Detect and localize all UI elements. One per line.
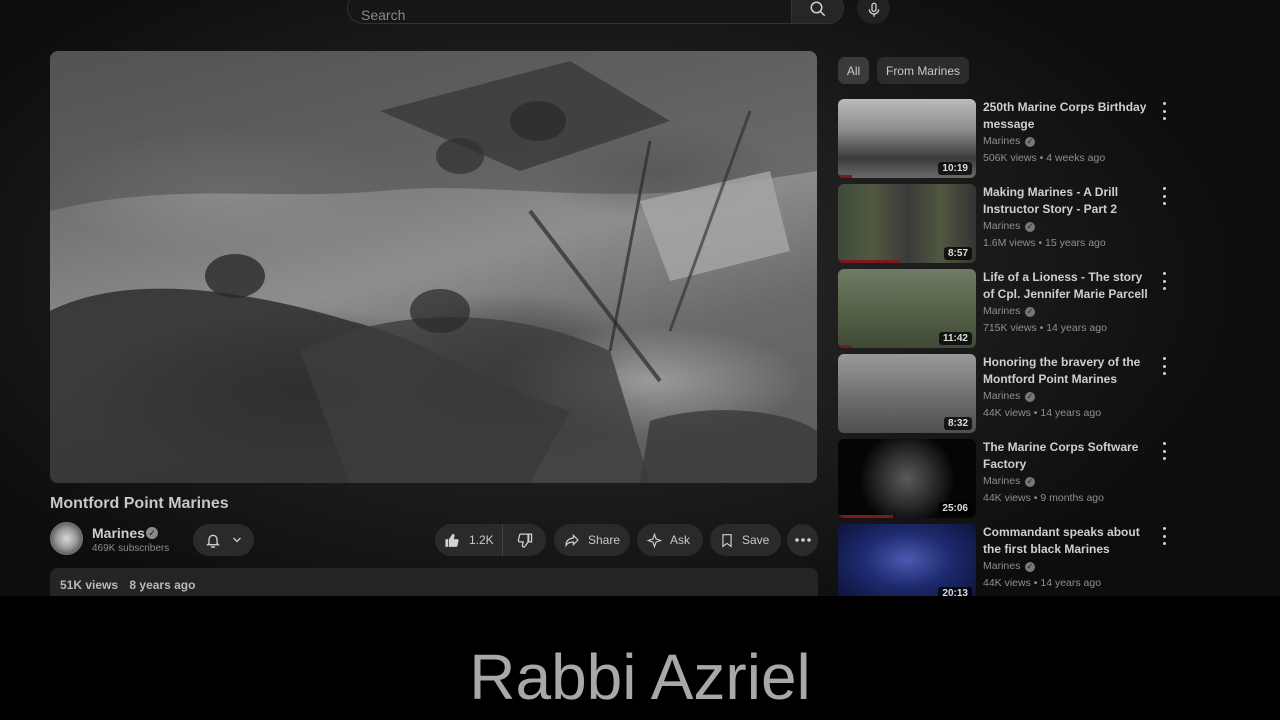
recommendation-channel[interactable]: Marines xyxy=(983,475,1020,487)
recommendation-title[interactable]: 250th Marine Corps Birthday message xyxy=(983,99,1153,133)
recommendation-title[interactable]: Commandant speaks about the first black … xyxy=(983,524,1153,558)
bell-icon xyxy=(205,534,220,548)
recommendation-item[interactable]: 20:13 Commandant speaks about the first … xyxy=(838,524,1178,596)
share-button[interactable]: Share xyxy=(554,524,630,556)
recommendation-channel[interactable]: Marines xyxy=(983,220,1020,232)
search-icon xyxy=(810,1,825,17)
watch-progress-bar xyxy=(838,260,900,263)
video-thumbnail[interactable]: 8:32 xyxy=(838,354,976,433)
recommendation-menu-icon[interactable] xyxy=(1160,187,1168,205)
filter-chip-from-marines[interactable]: From Marines xyxy=(877,57,969,84)
filter-chip-label: From Marines xyxy=(885,63,960,78)
recommendation-meta: 44K views • 14 years ago xyxy=(983,407,1102,419)
recommendation-menu-icon[interactable] xyxy=(1160,442,1168,460)
video-duration: 25:06 xyxy=(938,502,972,515)
recommendation-item[interactable]: 8:57 Making Marines - A Drill Instructor… xyxy=(838,184,1178,264)
video-duration: 10:19 xyxy=(938,162,972,175)
description-box[interactable]: 51K views 8 years ago xyxy=(50,568,818,596)
recommendation-meta: 44K views • 9 months ago xyxy=(983,492,1104,504)
recommendation-item[interactable]: 8:32 Honoring the bravery of the Montfor… xyxy=(838,354,1178,434)
video-player[interactable] xyxy=(50,51,817,483)
video-duration: 8:32 xyxy=(943,417,972,430)
video-duration: 8:57 xyxy=(943,247,972,260)
filter-chip-label: All xyxy=(846,63,861,78)
overlay-caption: Rabbi Azriel xyxy=(469,641,811,713)
recommendation-channel[interactable]: Marines xyxy=(983,135,1020,147)
like-button[interactable]: 1.2K xyxy=(435,524,503,556)
verified-check-icon: ✓ xyxy=(1025,137,1035,147)
recommendation-meta: 506K views • 4 weeks ago xyxy=(983,152,1106,164)
recommendation-item[interactable]: 25:06 The Marine Corps Software Factory … xyxy=(838,439,1178,519)
microphone-icon xyxy=(868,2,879,17)
share-label: Share xyxy=(588,533,621,547)
channel-name[interactable]: Marines xyxy=(92,525,145,541)
verified-check-icon: ✓ xyxy=(1025,392,1035,402)
video-thumbnail[interactable]: 8:57 xyxy=(838,184,976,263)
thumbs-down-icon xyxy=(517,532,533,548)
video-thumbnail[interactable]: 25:06 xyxy=(838,439,976,518)
like-count: 1.2K xyxy=(469,533,494,547)
search-button[interactable] xyxy=(791,0,844,24)
search-input[interactable]: Search xyxy=(347,0,791,24)
ask-label: Ask xyxy=(670,533,691,547)
recommendation-item[interactable]: 11:42 Life of a Lioness - The story of C… xyxy=(838,269,1178,349)
video-frame-image xyxy=(50,51,817,483)
video-title: Montford Point Marines xyxy=(50,495,229,512)
sparkle-icon xyxy=(647,532,662,548)
recommendation-channel[interactable]: Marines xyxy=(983,390,1020,402)
recommendation-title[interactable]: Life of a Lioness - The story of Cpl. Je… xyxy=(983,269,1153,303)
recommendation-meta: 715K views • 14 years ago xyxy=(983,322,1107,334)
bookmark-icon xyxy=(722,533,732,547)
watch-progress-bar xyxy=(838,175,852,178)
video-thumbnail[interactable]: 10:19 xyxy=(838,99,976,178)
video-thumbnail[interactable]: 20:13 xyxy=(838,524,976,596)
recommendation-title[interactable]: Honoring the bravery of the Montford Poi… xyxy=(983,354,1153,388)
chevron-down-icon xyxy=(232,537,241,543)
watch-progress-bar xyxy=(838,515,893,518)
filter-chip-all[interactable]: All xyxy=(838,57,869,84)
recommendation-menu-icon[interactable] xyxy=(1160,527,1168,545)
verified-check-icon: ✓ xyxy=(1025,307,1035,317)
view-count: 51K views xyxy=(60,578,119,592)
share-icon xyxy=(565,533,579,548)
ask-button[interactable]: Ask xyxy=(637,524,703,556)
search-placeholder: Search xyxy=(361,7,406,23)
youtube-watch-page: Search Montford Point Marines Marines ✓ … xyxy=(0,0,1280,596)
recommendation-title[interactable]: The Marine Corps Software Factory xyxy=(983,439,1153,473)
verified-check-icon: ✓ xyxy=(146,527,158,539)
verified-check-icon: ✓ xyxy=(1025,222,1035,232)
recommendation-menu-icon[interactable] xyxy=(1160,272,1168,290)
thumbs-up-icon xyxy=(445,533,459,547)
save-button[interactable]: Save xyxy=(710,524,781,556)
recommendation-channel[interactable]: Marines xyxy=(983,560,1020,572)
channel-avatar[interactable] xyxy=(50,522,83,555)
watch-progress-bar xyxy=(838,345,852,348)
notification-bell-button[interactable] xyxy=(193,524,254,556)
recommendation-channel[interactable]: Marines xyxy=(983,305,1020,317)
verified-check-icon: ✓ xyxy=(1025,562,1035,572)
save-label: Save xyxy=(742,533,770,547)
more-horizontal-icon xyxy=(794,538,811,542)
video-thumbnail[interactable]: 11:42 xyxy=(838,269,976,348)
recommendation-menu-icon[interactable] xyxy=(1160,102,1168,120)
video-duration: 11:42 xyxy=(938,332,972,345)
recommendation-meta: 44K views • 14 years ago xyxy=(983,577,1102,589)
voice-search-button[interactable] xyxy=(857,0,890,24)
upload-age: 8 years ago xyxy=(129,578,196,592)
subscriber-count: 469K subscribers xyxy=(92,543,170,554)
dislike-button[interactable] xyxy=(503,524,546,556)
recommendation-meta: 1.6M views • 15 years ago xyxy=(983,237,1106,249)
video-duration: 20:13 xyxy=(938,587,972,596)
recommendation-title[interactable]: Making Marines - A Drill Instructor Stor… xyxy=(983,184,1153,218)
recommendation-menu-icon[interactable] xyxy=(1160,357,1168,375)
like-dislike-group: 1.2K xyxy=(435,524,546,556)
recommendation-item[interactable]: 10:19 250th Marine Corps Birthday messag… xyxy=(838,99,1178,179)
verified-check-icon: ✓ xyxy=(1025,477,1035,487)
more-actions-button[interactable] xyxy=(787,524,818,556)
